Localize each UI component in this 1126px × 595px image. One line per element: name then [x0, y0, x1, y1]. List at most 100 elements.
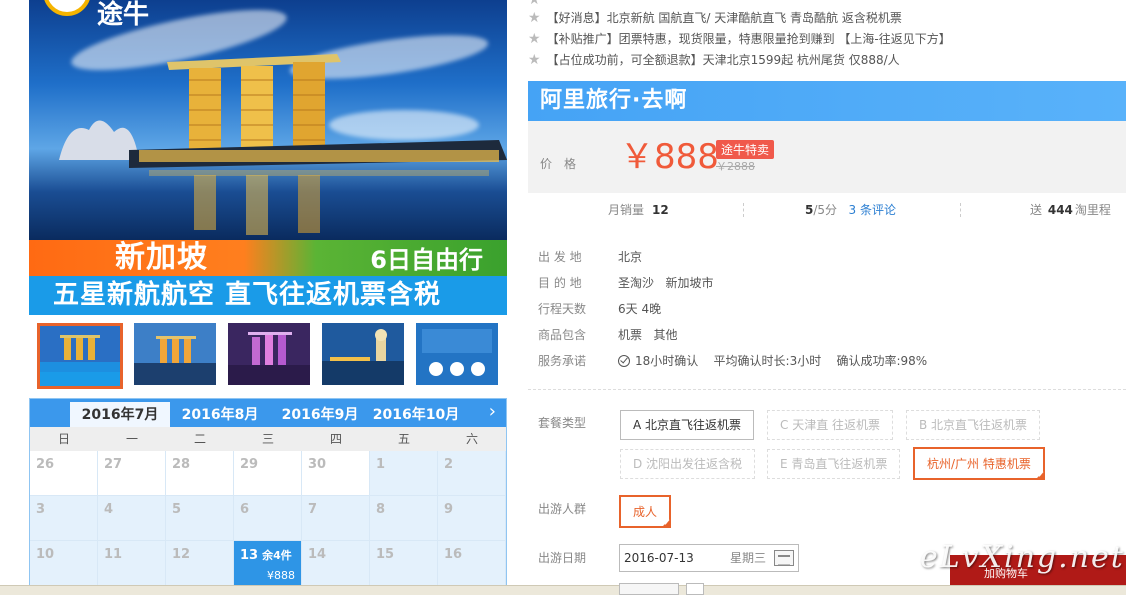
package-option-hangzhou[interactable]: 杭州/广州 特惠机票	[913, 447, 1045, 480]
stat-divider	[743, 203, 744, 217]
thumbnail-4[interactable]	[322, 323, 404, 385]
travel-date-field[interactable]: 2016-07-13 星期三	[619, 544, 799, 572]
calendar-day: 26	[30, 451, 98, 496]
thumbnail-1[interactable]	[37, 323, 123, 389]
hero-tagline: 五星新航航空 直飞往返机票含税	[53, 280, 442, 310]
info-row-departure: 出 发 地 北京	[538, 244, 642, 270]
hero-trip-type: 6日自由行	[370, 246, 483, 274]
calendar-day: 10	[30, 541, 98, 586]
monthly-sales: 月销量 12	[608, 197, 669, 223]
info-key: 商品包含	[538, 328, 587, 342]
travel-date-label: 出游日期	[538, 551, 587, 565]
chevron-right-icon[interactable]: ›	[489, 401, 496, 422]
reviews-link[interactable]: 3 条评论	[849, 203, 896, 217]
selected-day-price: ¥888	[267, 569, 295, 582]
star-icon: ★	[528, 31, 541, 47]
traveler-option-adult[interactable]: 成人	[619, 495, 672, 528]
monthly-sales-label: 月销量	[608, 203, 645, 217]
miles-reward: 送 444 淘里程	[1030, 197, 1111, 223]
rating: 5/5分 3 条评论	[805, 197, 896, 223]
promo-text: 【好消息】北京新航 国航直飞/ 天津酷航直飞 青岛酷航 返含税机票	[546, 11, 902, 25]
price-value: ￥888	[620, 137, 719, 177]
calendar-day: 30	[302, 451, 370, 496]
calendar-day: 14	[302, 541, 370, 586]
tab-month-2016-09[interactable]: 2016年9月	[272, 399, 368, 427]
promo-item: ★ 【好消息】北京新航 国航直飞/ 天津酷航直飞 青岛酷航 返含税机票	[528, 8, 902, 28]
info-key: 服务承诺	[538, 354, 587, 368]
price-label: 价格	[540, 157, 589, 171]
star-icon: ★	[528, 0, 541, 8]
selected-day-number: 13	[240, 548, 259, 563]
star-icon: ★	[528, 10, 541, 26]
hero-banner-top: 新加坡 6日自由行	[29, 240, 507, 276]
package-option-d[interactable]: D 沈阳出发往返含税	[620, 449, 756, 479]
calendar-month-tabs: 2016年7月 2016年8月 2016年9月 2016年10月 ›	[30, 399, 506, 427]
departure-calendar: 2016年7月 2016年8月 2016年9月 2016年10月 › 日 一 二…	[29, 398, 507, 595]
info-value: 圣淘沙 新加坡市	[618, 276, 714, 290]
calendar-day: 16	[438, 541, 506, 586]
promo-text: 【补贴推广】团票特惠，现货限量，特惠限量抢到赚到 【上海-往返见下方】	[546, 32, 951, 46]
thumbnail-2[interactable]	[134, 323, 216, 385]
package-option-e[interactable]: E 青岛直飞往返机票	[767, 449, 901, 479]
info-value: 6天 4晚	[618, 302, 662, 316]
calendar-day-selected[interactable]: 13 余4件 ¥888	[234, 541, 302, 586]
info-value: 北京	[618, 250, 643, 264]
quantity-stepper[interactable]	[686, 583, 704, 595]
calendar-day: 29	[234, 451, 302, 496]
miles-suffix: 淘里程	[1074, 203, 1111, 217]
star-icon: ★	[528, 52, 541, 68]
calendar-day: 3	[30, 496, 98, 541]
marina-bay-illustration	[59, 54, 507, 235]
weekday-label: 二	[193, 432, 206, 446]
calendar-icon[interactable]	[774, 550, 794, 566]
calendar-day: 6	[234, 496, 302, 541]
quantity-field[interactable]	[619, 583, 679, 595]
weekday-label: 六	[465, 432, 478, 446]
price-box: 价格 ￥888 途牛特卖 ￥2888	[528, 121, 1126, 193]
stat-divider	[960, 203, 961, 217]
tab-month-2016-07[interactable]: 2016年7月	[70, 399, 170, 427]
miles-value: 444	[1047, 203, 1073, 217]
thumbnail-3[interactable]	[228, 323, 310, 385]
traveler-group-label: 出游人群	[538, 502, 587, 516]
monthly-sales-value: 12	[652, 203, 669, 217]
rating-suffix: /5分	[813, 203, 838, 217]
original-price: ￥2888	[716, 160, 755, 173]
calendar-day: 7	[302, 496, 370, 541]
calendar-day: 8	[370, 496, 438, 541]
product-hero-image[interactable]: 途牛 新加坡 6日自由行 五星新航航空 直飞往返机票含税	[29, 0, 507, 315]
info-key: 行程天数	[538, 302, 587, 316]
section-divider	[528, 389, 1126, 390]
tab-month-2016-08[interactable]: 2016年8月	[172, 399, 268, 427]
travel-date-value: 2016-07-13	[624, 551, 694, 565]
calendar-day: 9	[438, 496, 506, 541]
package-type-label: 套餐类型	[538, 416, 587, 430]
shop-name: 阿里旅行·去啊	[540, 88, 688, 113]
miles-prefix: 送	[1030, 203, 1043, 217]
weekday-label: 日	[57, 432, 70, 446]
package-option-a[interactable]: A 北京直飞往返机票	[620, 410, 755, 440]
calendar-day: 1	[370, 451, 438, 496]
promo-item: ★ 【补贴推广】团票特惠，现货限量，特惠限量抢到赚到 【上海-往返见下方】	[528, 29, 951, 49]
selected-day-stock: 余4件	[262, 549, 292, 562]
calendar-day: 2	[438, 451, 506, 496]
calendar-day: 4	[98, 496, 166, 541]
calendar-day: 27	[98, 451, 166, 496]
info-row-service: 服务承诺 18小时确认 平均确认时长:3小时 确认成功率:98%	[538, 348, 927, 374]
package-option-c[interactable]: C 天津直 往返机票	[767, 410, 894, 440]
info-row-destination: 目 的 地 圣淘沙 新加坡市	[538, 270, 713, 296]
check-circle-icon	[618, 355, 630, 367]
thumbnail-5[interactable]	[416, 323, 498, 385]
calendar-day: 11	[98, 541, 166, 586]
calendar-day: 5	[166, 496, 234, 541]
site-watermark: eLvXing.net	[920, 540, 1125, 575]
package-option-b[interactable]: B 北京直飞往返机票	[906, 410, 1041, 440]
calendar-day: 15	[370, 541, 438, 586]
info-value: 机票 其他	[618, 328, 678, 342]
info-row-includes: 商品包含 机票 其他	[538, 322, 677, 348]
weekday-label: 五	[397, 432, 410, 446]
travel-date-weekday: 星期三	[729, 551, 766, 565]
product-stats: 月销量 12 5/5分 3 条评论 送 444 淘里程	[528, 197, 1126, 223]
calendar-day: 28	[166, 451, 234, 496]
tab-month-2016-10[interactable]: 2016年10月	[368, 399, 464, 427]
